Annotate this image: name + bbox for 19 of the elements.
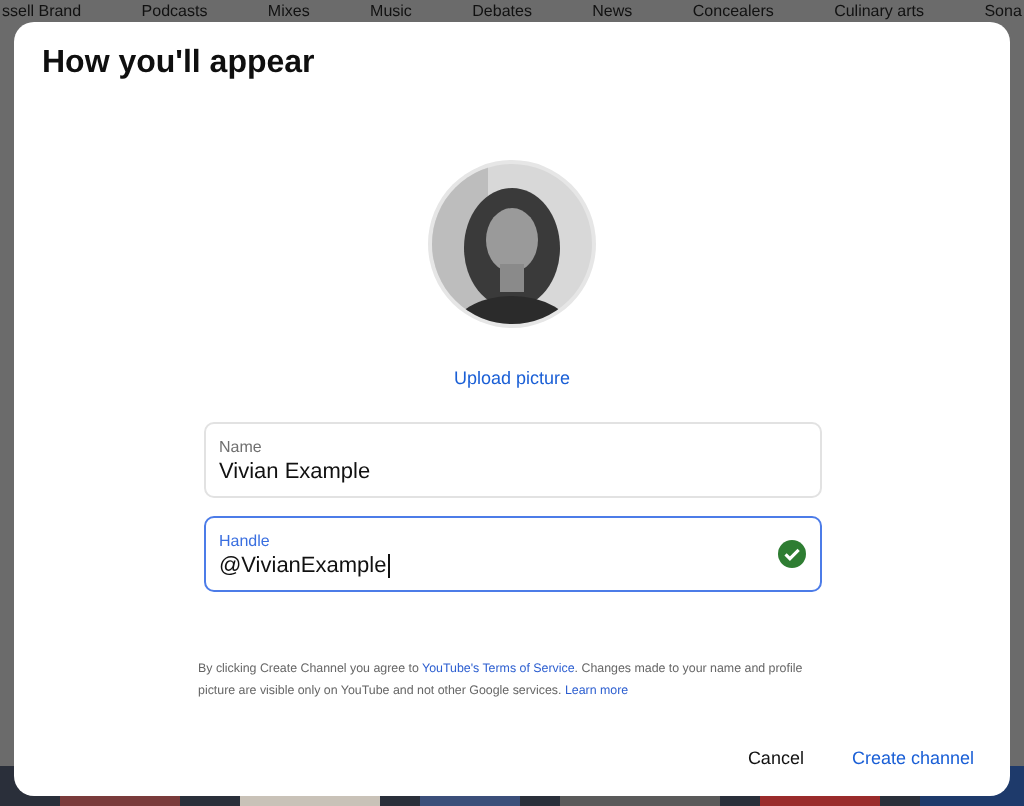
category-chip[interactable]: Music: [370, 2, 412, 20]
create-channel-button[interactable]: Create channel: [847, 744, 978, 772]
field-value: Vivian Example: [219, 459, 371, 483]
upload-picture-link[interactable]: Upload picture: [453, 368, 571, 388]
category-chip[interactable]: News: [592, 2, 633, 20]
category-chip[interactable]: Concealers: [692, 2, 774, 20]
field-value: @VivianExample: [219, 553, 391, 577]
field-label: Name: [219, 437, 264, 455]
text-field[interactable]: Name Vivian Example: [203, 422, 821, 498]
category-chip[interactable]: Debates: [472, 2, 532, 20]
cancel-button[interactable]: Cancel: [743, 744, 808, 772]
category-chip[interactable]: Mixes: [267, 2, 310, 20]
category-chip[interactable]: ssell Brand: [2, 2, 82, 20]
category-chip[interactable]: Podcasts: [141, 2, 208, 20]
category-chip[interactable]: Sona: [984, 2, 1022, 20]
text-field[interactable]: Handle @VivianExample: [203, 516, 821, 592]
category-chip[interactable]: Culinary arts: [834, 2, 924, 20]
dialog-title: How you'll appear: [42, 46, 315, 82]
field-label: Handle: [219, 531, 272, 549]
